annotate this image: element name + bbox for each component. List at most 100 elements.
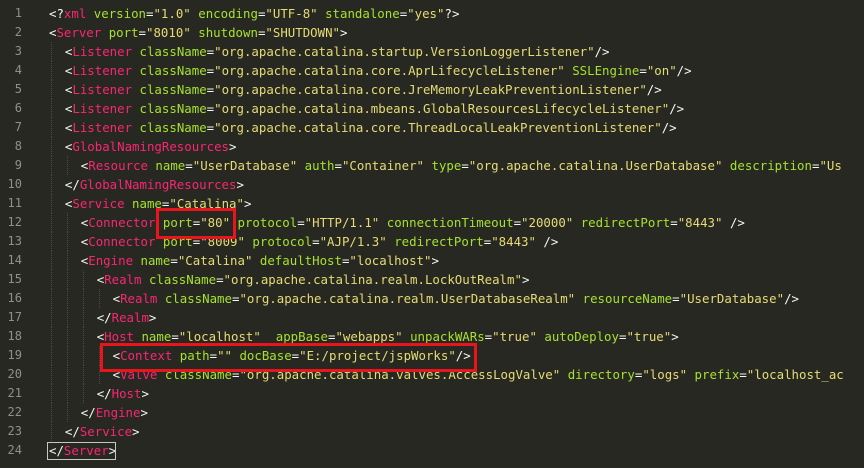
code-line[interactable]: </Realm> <box>97 308 157 327</box>
indent-guide <box>51 326 52 346</box>
code-token: connectionTimeout <box>386 214 514 230</box>
code-token: Connector <box>88 214 156 230</box>
code-token: auth <box>304 157 335 173</box>
code-token: = <box>138 24 147 40</box>
code-line[interactable]: <Listener className="org.apache.catalina… <box>65 61 692 80</box>
code-token: /> <box>676 62 692 78</box>
code-line[interactable]: <Resource name="UserDatabase" auth="Cont… <box>81 156 842 175</box>
code-token: Realm <box>104 271 142 287</box>
code-line[interactable]: <Listener className="org.apache.catalina… <box>65 42 610 61</box>
code-token: = <box>672 290 680 306</box>
indent-guide <box>66 269 68 289</box>
code-token: = <box>334 157 342 173</box>
code-token: "org.apache.catalina.UserDatabase" <box>468 157 723 173</box>
code-token: className <box>139 43 207 59</box>
indent-guide <box>51 41 52 61</box>
code-token: className <box>139 100 207 116</box>
code-token: "logs" <box>642 366 688 382</box>
code-editor[interactable]: 1 2 3 4 5 6 7 8 9 10 11 12 13 14 15 16 17 18 19 20 21 22 23 24 … <box>0 0 864 468</box>
code-token: = <box>171 328 179 344</box>
code-token: name <box>140 252 171 268</box>
code-token: = <box>739 366 747 382</box>
code-token: GlobalNamingResources <box>79 176 237 192</box>
code-line[interactable]: <?xml version="1.0" encoding="UTF-8" sta… <box>49 4 459 23</box>
code-token: unpackWARs <box>410 328 485 344</box>
line-number: 24 <box>7 442 22 457</box>
code-line[interactable]: </Host> <box>97 384 149 403</box>
line-number: 22 <box>7 404 22 419</box>
code-line[interactable]: <Listener className="org.apache.catalina… <box>65 99 684 118</box>
code-token: /> <box>669 100 685 116</box>
indent-guide <box>82 269 84 289</box>
indent-guide <box>51 193 52 213</box>
code-token: protocol <box>237 214 298 230</box>
code-token: Listener <box>72 119 133 135</box>
code-token: = <box>670 214 678 230</box>
code-token: Engine <box>95 404 141 420</box>
code-token: > <box>140 404 148 420</box>
code-line[interactable]: <Realm className="org.apache.catalina.re… <box>113 289 799 308</box>
indent-guide <box>66 250 68 270</box>
code-token: = <box>639 62 647 78</box>
indent-guide <box>66 326 68 346</box>
line-number: 10 <box>7 176 22 191</box>
code-token: > <box>141 385 149 401</box>
code-token: "localhost_ac <box>746 366 844 382</box>
indent-guide <box>82 288 84 308</box>
indent-guide <box>66 288 68 308</box>
connector-port-highlight <box>156 208 236 239</box>
line-number: 12 <box>7 214 22 229</box>
code-line[interactable]: <Server port="8010" shutdown="SHUTDOWN"> <box>49 23 347 42</box>
code-line[interactable]: <Realm className="org.apache.catalina.re… <box>97 270 530 289</box>
indent-guide <box>82 383 84 403</box>
indent-guide <box>66 231 68 251</box>
code-token: /> <box>535 233 559 249</box>
code-token: port <box>108 24 139 40</box>
code-line[interactable]: </GlobalNamingResources> <box>65 175 244 194</box>
closing-tag-bracket-match <box>47 442 116 460</box>
code-line[interactable]: </Service> <box>65 422 140 441</box>
code-line[interactable]: <GlobalNamingResources> <box>65 137 237 156</box>
code-token: className <box>164 290 232 306</box>
indent-guide <box>51 269 52 289</box>
indent-guide <box>66 155 68 175</box>
code-line[interactable]: </Engine> <box>81 403 148 422</box>
code-line[interactable]: <Engine name="Catalina" defaultHost="loc… <box>81 251 439 270</box>
code-token: > <box>148 309 157 325</box>
code-token: resourceName <box>582 290 673 306</box>
indent-guide <box>82 345 84 365</box>
code-token: <? <box>49 5 64 21</box>
code-token: "AJP/1.3" <box>319 233 387 249</box>
indent-guide <box>51 136 52 156</box>
code-token: standalone <box>325 5 400 21</box>
code-token: "org.apache.catalina.realm.LockOutRealm" <box>223 271 522 287</box>
code-token: encoding <box>198 5 258 21</box>
code-line[interactable]: <Listener className="org.apache.catalina… <box>65 80 662 99</box>
code-token: "true" <box>626 328 672 344</box>
indent-guide <box>51 402 52 422</box>
line-number: 19 <box>7 347 22 362</box>
code-token: xml <box>63 5 87 21</box>
code-token: appBase <box>275 328 328 344</box>
code-token: redirectPort <box>394 233 484 249</box>
code-token: prefix <box>694 366 740 382</box>
code-line[interactable]: <Connector port="8009" protocol="AJP/1.3… <box>81 232 559 251</box>
code-line[interactable]: <Listener className="org.apache.catalina… <box>65 118 677 137</box>
code-token: > <box>521 271 530 287</box>
indent-guide <box>51 79 52 99</box>
code-token: "UserDatabase" <box>192 157 298 173</box>
code-token: = <box>461 157 469 173</box>
code-token: Host <box>111 385 142 401</box>
code-token: = <box>206 119 215 135</box>
line-number: 3 <box>14 43 22 58</box>
